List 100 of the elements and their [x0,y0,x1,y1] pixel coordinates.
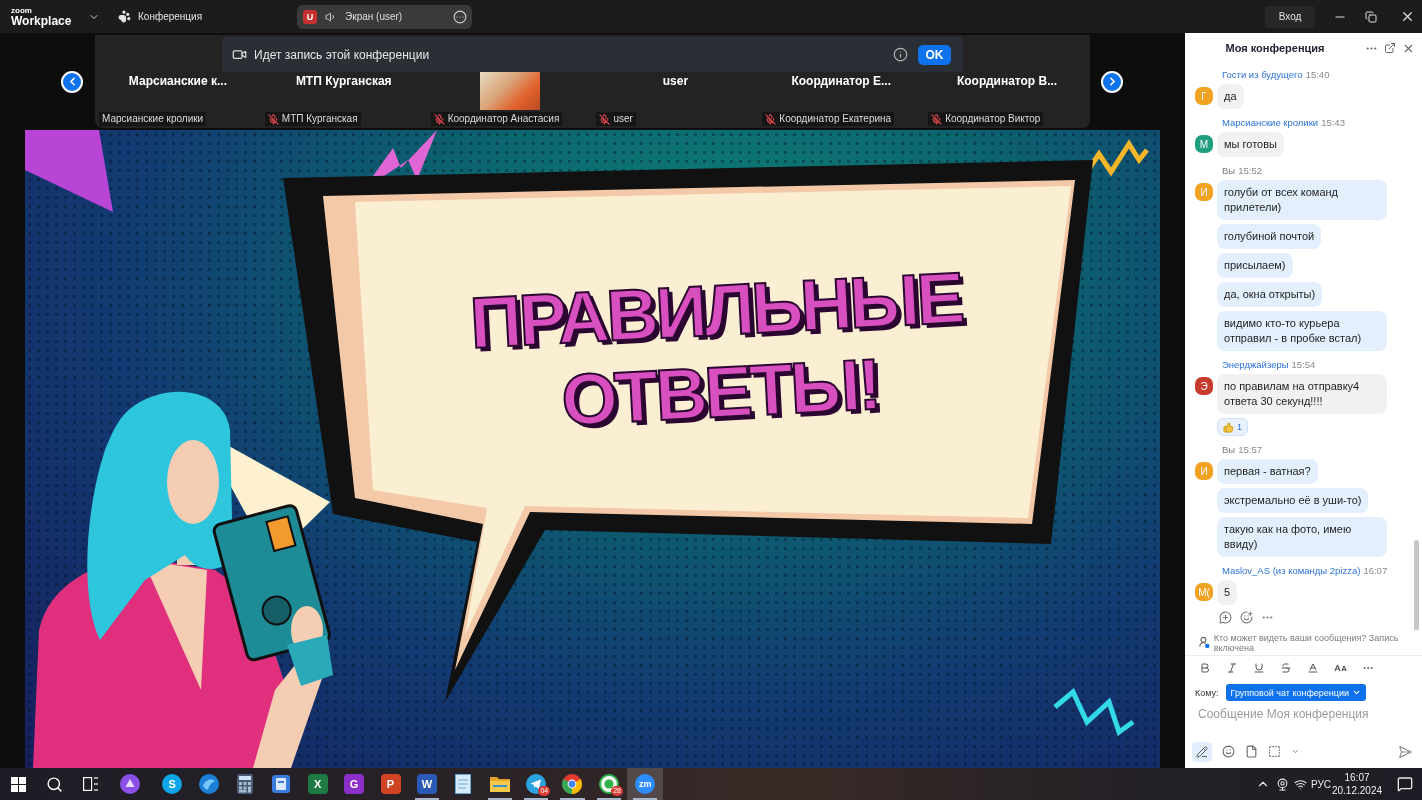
message-bubble: видимо кто-то курьера отправил - в пробке встал) [1217,311,1387,351]
notifications-icon[interactable] [1397,776,1413,792]
ok-button[interactable]: OK [918,44,951,65]
next-page-button[interactable] [1101,70,1123,93]
scrollbar-thumb[interactable] [1414,540,1419,630]
letter-app-icon: G [344,774,365,794]
recording-text: Идет запись этой конференции [254,47,430,62]
muted-mic-icon [931,113,943,125]
avatar: М( [1195,583,1213,601]
message-bubble: да, окна открыты) [1217,282,1323,307]
strikethrough-icon[interactable] [1280,662,1292,674]
message-time: 15:54 [1291,359,1316,371]
message-bubble: по правилам на отправку4 ответа 30 секунд!!!! [1217,374,1387,414]
avatar: Э [1195,377,1213,395]
send-icon[interactable] [1398,744,1412,759]
document-app-icon: W [416,774,437,794]
slide-headline: ПРАВИЛЬНЫЕ ОТВЕТЫ! [467,256,965,443]
emoji-icon[interactable] [1222,745,1235,758]
taskbar-app-button[interactable]: G [335,768,373,800]
video-camera-icon [232,47,247,62]
message-bubble: да [1217,84,1244,109]
taskbar-app-button[interactable]: S [154,768,191,800]
presentation-app-icon: P [380,774,401,794]
taskbar-app-button[interactable]: P [372,768,409,800]
browser-app-icon [562,774,583,794]
message-bubble: 5 [1217,580,1238,605]
avatar: М [1195,135,1213,153]
message-time: 16:07 [1363,565,1388,577]
sender-name: Maslov_AS (из команды 2pizza) [1222,565,1361,577]
italic-icon[interactable] [1226,662,1238,674]
task-view-icon[interactable] [82,777,98,791]
chat-app-icon [598,774,619,794]
participant-title: Координатор В... [956,73,1058,89]
chat-title: Моя конференция [1224,42,1326,54]
recipient-label: Кому: [1195,687,1219,698]
file-icon[interactable] [1245,745,1258,758]
taskbar-app-button[interactable]: X [299,768,336,800]
muted-mic-icon [267,113,279,125]
avatar: Г [1195,87,1213,105]
orb-app-icon [120,774,140,794]
add-reaction-icon[interactable] [1240,611,1253,624]
sign-in-button[interactable]: Вход [1265,5,1315,28]
privacy-notice: Кто может видеть ваши сообщения? Запись включена [1213,632,1400,653]
notepad-icon [455,774,472,794]
clock-date[interactable]: 20.12.2024 [1331,785,1383,796]
muted-mic-icon [433,113,445,125]
message-time: 15:52 [1238,165,1262,177]
meeting-menu-button[interactable]: Конференция [118,10,203,23]
more-icon[interactable] [453,9,468,24]
pop-out-icon[interactable] [1384,42,1396,54]
participant-name: Координатор Виктор [945,113,1041,125]
previous-page-button[interactable] [61,70,83,93]
sender-name: Вы [1222,444,1236,456]
screenshot-icon[interactable] [1268,745,1281,758]
message-input[interactable]: Сообщение Моя конференция [1195,705,1410,723]
spreadsheet-app-icon: X [307,774,328,794]
message-time: 15:40 [1305,69,1330,81]
font-color-icon[interactable] [1307,662,1319,674]
underline-icon[interactable] [1253,662,1265,674]
paw-icon [118,10,131,23]
letter-app-icon: S [162,774,183,794]
thumbs-up-icon [1223,421,1234,433]
globe-app-icon [198,774,219,794]
sender-name: Марсианские кролики [1222,117,1319,129]
restore-icon[interactable] [1364,10,1377,23]
participant-name: Координатор Анастасия [447,113,560,125]
participant-title: Марсианские к... [128,73,227,89]
paper-plane-app-icon [526,774,547,794]
info-icon[interactable] [893,47,908,62]
share-label: Экран (user) [345,11,403,22]
participant-title: Координатор Е... [791,73,892,89]
recipient-dropdown[interactable]: Групповой чат конференции [1225,684,1367,701]
message-bubble: присылаем) [1217,253,1293,278]
video-placeholder [479,72,540,110]
search-icon[interactable] [45,775,63,793]
taskbar-app-button[interactable]: zm [627,768,664,800]
reaction-button[interactable]: 1 [1217,418,1248,436]
video-meeting-app-icon: zm [635,774,656,794]
reply-icon[interactable] [1219,611,1232,624]
book-app-icon [272,775,291,793]
webcam-icon[interactable] [1275,777,1289,791]
start-icon[interactable] [10,776,26,792]
logo-product: Workplace [11,14,73,28]
avatar: И [1195,183,1213,201]
clock-time[interactable]: 16:07 [1344,772,1370,783]
taskbar-app-button[interactable]: W [408,768,446,800]
chevron-down-icon[interactable] [1291,747,1300,756]
user-avatar: U [303,9,318,24]
person-icon [1199,636,1210,649]
participant-title: user [662,73,689,89]
pen-icon [1196,745,1208,758]
message-bubble: первая - ватная? [1217,459,1318,484]
language-indicator[interactable]: РУС [1311,778,1331,790]
format-button[interactable] [1192,741,1212,762]
muted-mic-icon [599,113,611,125]
wifi-icon[interactable] [1293,777,1307,791]
chevron-down-icon [1352,688,1362,697]
message-time: 15:43 [1321,117,1345,129]
screen-share-pill[interactable]: U Экран (user) [297,4,473,29]
bold-icon[interactable] [1199,662,1211,674]
